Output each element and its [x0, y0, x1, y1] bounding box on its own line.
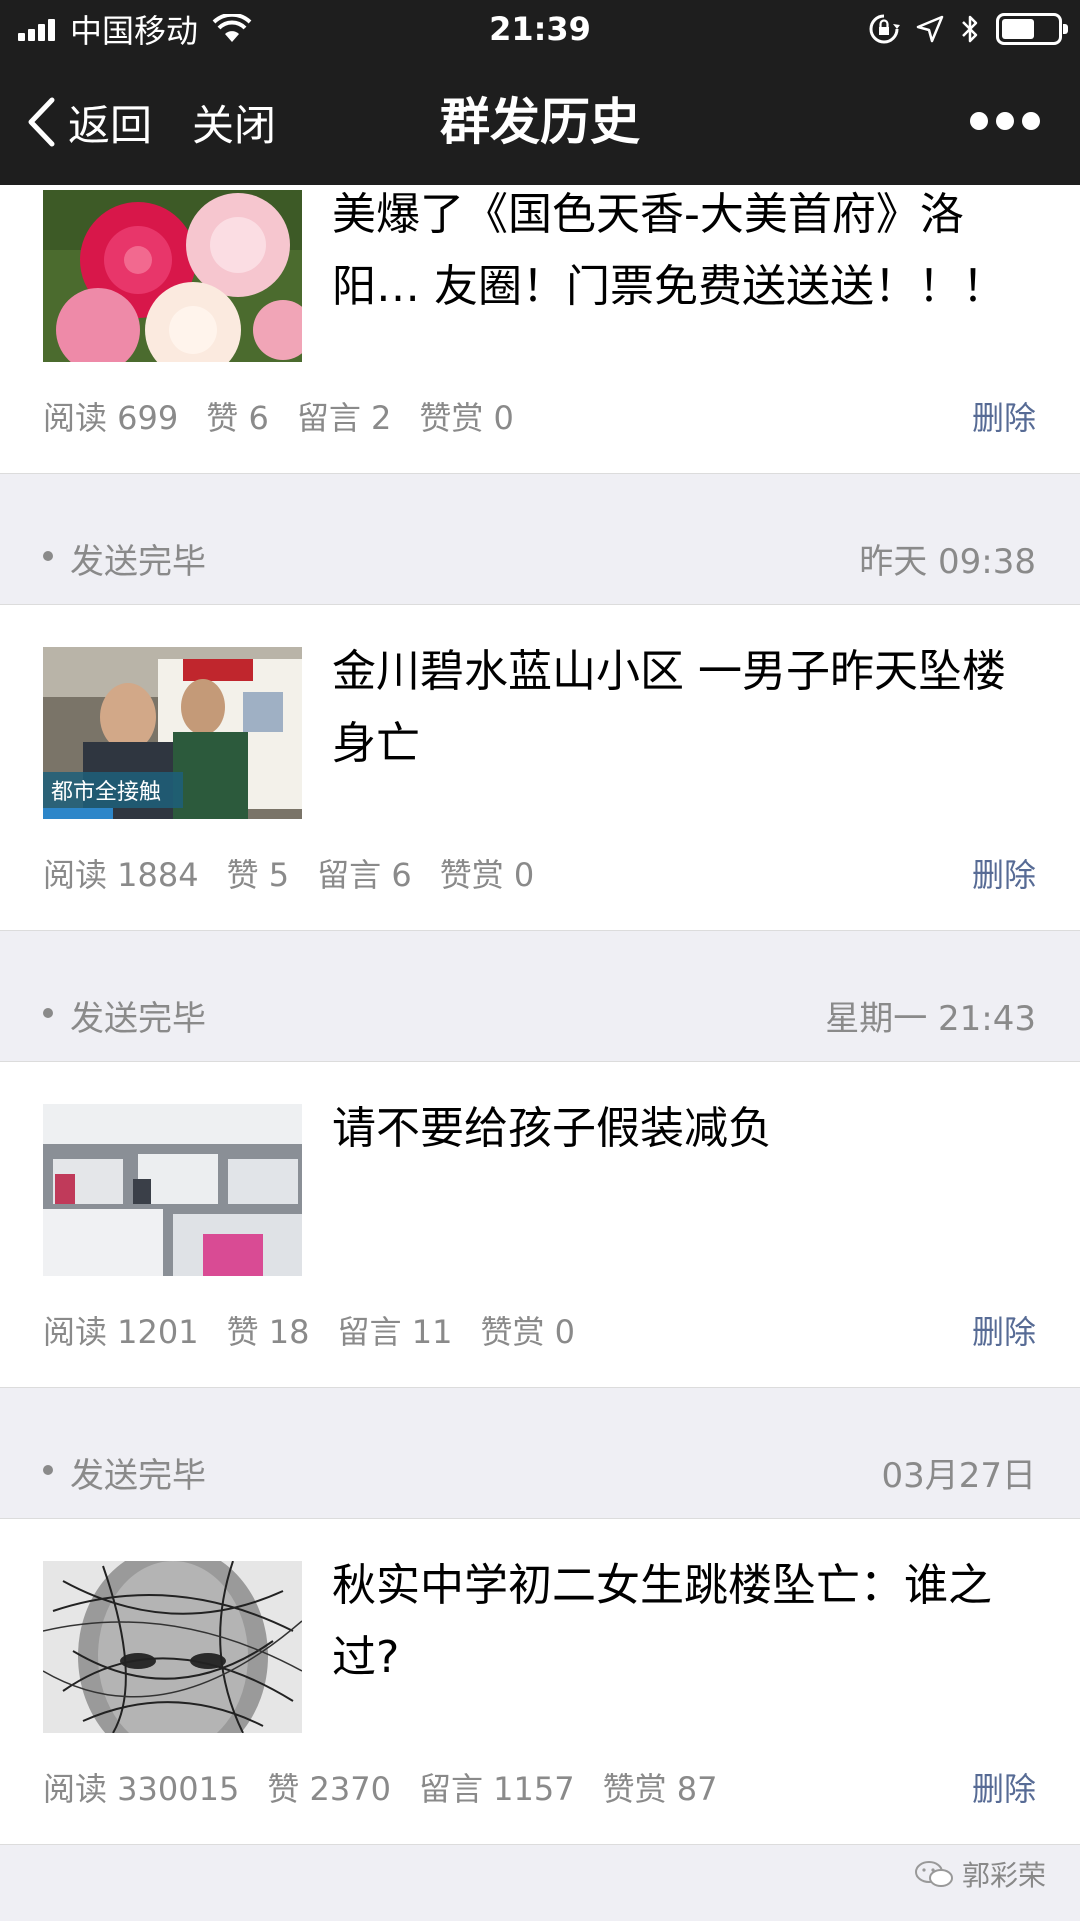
send-group-header: 发送完毕 03月27日 — [0, 1388, 1080, 1519]
reward-count: 赞赏 0 — [439, 856, 535, 894]
news-caption: 都市全接触 — [51, 780, 161, 805]
reward-count: 赞赏 87 — [602, 1770, 718, 1808]
page-title: 群发历史 — [440, 93, 640, 151]
face-lines-image — [43, 1561, 302, 1733]
article-card[interactable]: 秋实中学初二女生跳楼坠亡：谁之过? 阅读 330015 赞 2370 留言 11… — [0, 1519, 1080, 1845]
read-count: 阅读 1884 — [43, 856, 199, 894]
like-count: 赞 2370 — [267, 1770, 391, 1808]
read-count: 阅读 699 — [43, 399, 179, 437]
article-stats: 阅读 1884 赞 5 留言 6 赞赏 0 — [43, 850, 534, 896]
account-watermark: 郭彩荣 — [914, 1854, 1046, 1894]
send-group-header: 发送完毕 星期一 21:43 — [0, 931, 1080, 1062]
location-arrow-icon — [916, 15, 944, 43]
status-dot-icon — [43, 551, 53, 561]
send-status: 发送完毕 — [70, 1456, 206, 1496]
read-count: 阅读 1201 — [43, 1313, 199, 1351]
comment-count: 留言 11 — [337, 1313, 453, 1351]
wechat-logo-icon — [914, 1861, 953, 1887]
watermark-text: 郭彩荣 — [961, 1859, 1046, 1892]
like-count: 赞 18 — [226, 1313, 310, 1351]
status-dot-icon — [43, 1008, 53, 1018]
status-bar: 中国移动 21:39 — [0, 0, 1080, 58]
send-time: 03月27日 — [881, 1456, 1036, 1496]
battery-icon — [996, 13, 1068, 45]
article-title[interactable]: 金川碧水蓝山小区 一男子昨天坠楼身亡 — [332, 636, 1040, 780]
article-card[interactable]: 都市全接触 金川碧水蓝山小区 一男子昨天坠楼身亡 阅读 1884 赞 5 留言 … — [0, 605, 1080, 931]
article-stats: 阅读 699 赞 6 留言 2 赞赏 0 — [43, 393, 514, 439]
status-right — [868, 8, 1068, 50]
article-stats: 阅读 1201 赞 18 留言 11 赞赏 0 — [43, 1307, 575, 1353]
comment-count: 留言 1157 — [418, 1770, 575, 1808]
status-dot-icon — [43, 1465, 53, 1475]
article-title[interactable]: 美爆了《国色天香-大美首府》洛阳… 友圈！门票免费送送送！！！ — [332, 179, 1040, 323]
send-time: 昨天 09:38 — [859, 542, 1036, 582]
send-group-header: 发送完毕 昨天 09:38 — [0, 474, 1080, 605]
read-count: 阅读 330015 — [43, 1770, 240, 1808]
send-time: 星期一 21:43 — [825, 999, 1036, 1039]
send-status: 发送完毕 — [70, 999, 206, 1039]
comment-count: 留言 6 — [317, 856, 412, 894]
navigation-bar: 返回 关闭 群发历史 — [0, 58, 1080, 185]
like-count: 赞 5 — [226, 856, 290, 894]
delete-button[interactable]: 删除 — [972, 393, 1036, 439]
comment-count: 留言 2 — [296, 399, 392, 437]
like-count: 赞 6 — [206, 399, 269, 437]
send-status: 发送完毕 — [70, 542, 206, 582]
peony-flowers-image — [43, 190, 302, 362]
history-feed: 美爆了《国色天香-大美首府》洛阳… 友圈！门票免费送送送！！！ 阅读 699 赞… — [0, 185, 1080, 1921]
article-card[interactable]: 请不要给孩子假装减负 阅读 1201 赞 18 留言 11 赞赏 0 删除 — [0, 1062, 1080, 1388]
delete-button[interactable]: 删除 — [972, 1764, 1036, 1810]
orientation-lock-icon — [869, 14, 900, 44]
article-stats: 阅读 330015 赞 2370 留言 1157 赞赏 87 — [43, 1764, 718, 1810]
more-options-icon[interactable] — [970, 106, 1040, 136]
reward-count: 赞赏 0 — [419, 399, 514, 437]
news-ambulance-image: 都市全接触 — [43, 647, 302, 819]
reward-count: 赞赏 0 — [480, 1313, 575, 1351]
delete-button[interactable]: 删除 — [972, 850, 1036, 896]
article-title[interactable]: 秋实中学初二女生跳楼坠亡：谁之过? — [332, 1550, 1040, 1694]
article-title[interactable]: 请不要给孩子假装减负 — [332, 1093, 1040, 1165]
article-card[interactable]: 美爆了《国色天香-大美首府》洛阳… 友圈！门票免费送送送！！！ 阅读 699 赞… — [0, 185, 1080, 474]
delete-button[interactable]: 删除 — [972, 1307, 1036, 1353]
bluetooth-icon — [962, 15, 978, 43]
classroom-books-image — [43, 1104, 302, 1276]
